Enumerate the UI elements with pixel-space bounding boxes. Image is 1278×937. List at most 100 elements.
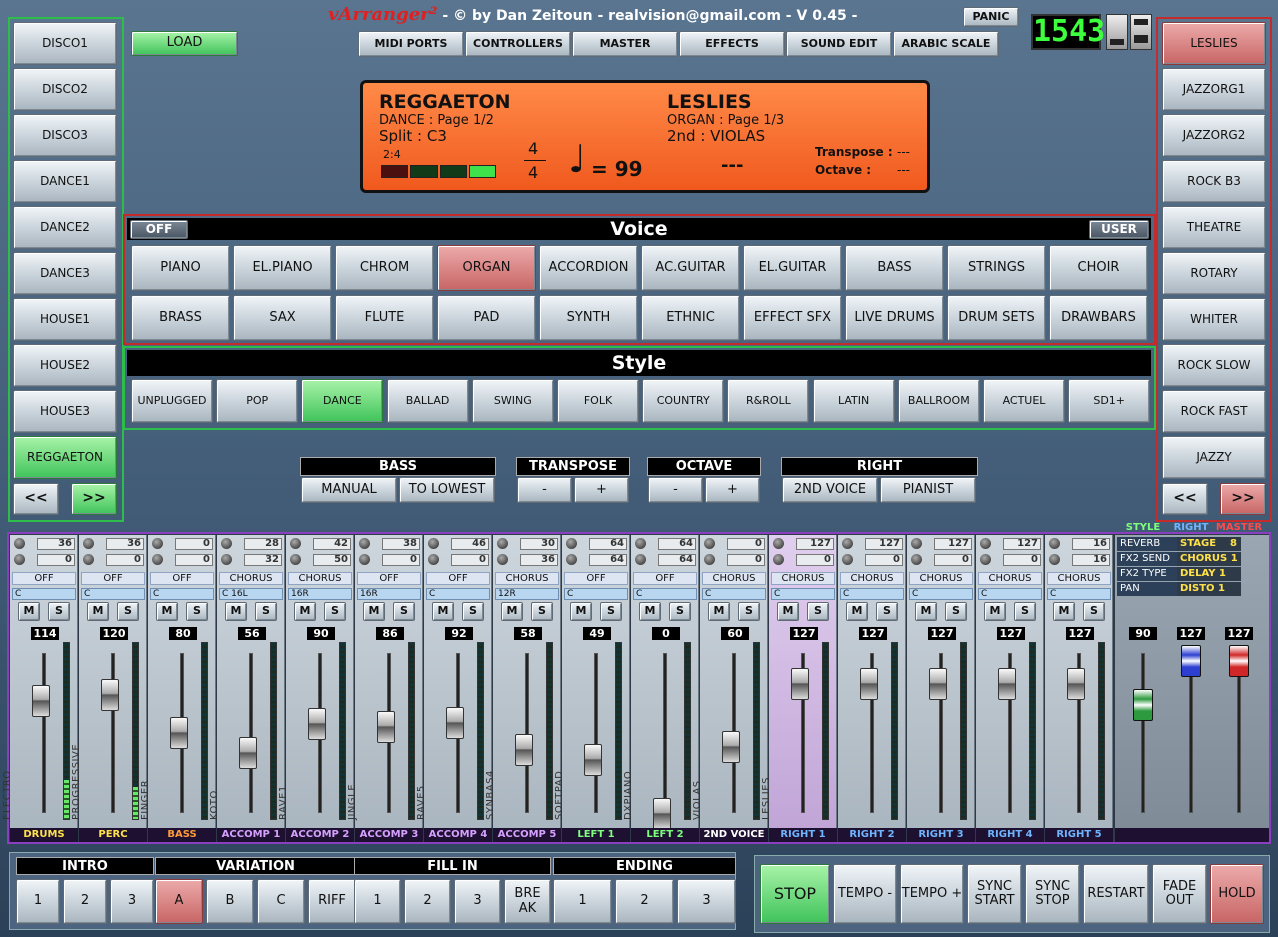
chorus-knob-icon[interactable] — [14, 554, 25, 565]
topmenu-button-midi-ports[interactable]: MIDI PORTS — [358, 31, 464, 57]
variation-button-a[interactable]: A — [155, 879, 203, 924]
pan-control[interactable]: C — [840, 588, 904, 600]
left-style-house2[interactable]: HOUSE2 — [13, 344, 117, 387]
fader-handle[interactable] — [446, 706, 464, 739]
voice-off-button[interactable]: OFF — [130, 220, 188, 239]
right-voice-jazzorg2[interactable]: JAZZORG2 — [1162, 114, 1266, 157]
mute-button[interactable]: M — [156, 602, 178, 621]
pan-control[interactable]: C — [12, 588, 76, 600]
fillin-button-bre-ak[interactable]: BRE AK — [504, 879, 551, 924]
fx-value[interactable]: STAGE 8 — [1177, 537, 1241, 551]
variation-button-riff[interactable]: RIFF — [308, 879, 356, 924]
mute-button[interactable]: M — [708, 602, 730, 621]
right-prev-button[interactable]: << — [1162, 483, 1208, 515]
mute-button[interactable]: M — [18, 602, 40, 621]
left-style-dance2[interactable]: DANCE2 — [13, 206, 117, 249]
chorus-knob-icon[interactable] — [980, 554, 991, 565]
ending-button-3[interactable]: 3 — [677, 879, 736, 924]
variation-button-b[interactable]: B — [206, 879, 254, 924]
left-style-reggaeton[interactable]: REGGAETON — [13, 436, 117, 479]
solo-button[interactable]: S — [945, 602, 967, 621]
solo-button[interactable]: S — [600, 602, 622, 621]
right-pianist-button[interactable]: PIANIST — [880, 477, 976, 503]
effect-select[interactable]: OFF — [564, 572, 628, 585]
master-fader-handle[interactable] — [1133, 688, 1153, 721]
style-button-dance[interactable]: DANCE — [301, 379, 384, 423]
reverb-knob-icon[interactable] — [83, 538, 94, 549]
topmenu-button-arabic-scale[interactable]: ARABIC SCALE — [893, 31, 999, 57]
style-button-swing[interactable]: SWING — [471, 379, 554, 423]
left-style-disco2[interactable]: DISCO2 — [13, 68, 117, 111]
right-voice-rock-slow[interactable]: ROCK SLOW — [1162, 344, 1266, 387]
chorus-knob-icon[interactable] — [83, 554, 94, 565]
style-button-folk[interactable]: FOLK — [557, 379, 639, 423]
fader-handle[interactable] — [791, 667, 809, 700]
right-voice-theatre[interactable]: THEATRE — [1162, 206, 1266, 249]
topmenu-button-effects[interactable]: EFFECTS — [679, 31, 785, 57]
solo-button[interactable]: S — [1083, 602, 1105, 621]
style-button-r-roll[interactable]: R&ROLL — [727, 379, 810, 423]
solo-button[interactable]: S — [462, 602, 484, 621]
transpose-minus-button[interactable]: - — [517, 477, 572, 503]
effect-select[interactable]: CHORUS — [1047, 572, 1111, 585]
window-icon[interactable] — [1106, 14, 1128, 50]
fader-handle[interactable] — [32, 684, 50, 717]
effect-select[interactable]: OFF — [633, 572, 697, 585]
ending-button-2[interactable]: 2 — [615, 879, 674, 924]
chorus-knob-icon[interactable] — [773, 554, 784, 565]
mute-button[interactable]: M — [777, 602, 799, 621]
voice-button-ac-guitar[interactable]: AC.GUITAR — [641, 245, 740, 291]
voice-button-chrom[interactable]: CHROM — [335, 245, 434, 291]
effect-select[interactable]: OFF — [426, 572, 490, 585]
mute-button[interactable]: M — [915, 602, 937, 621]
voice-button-flute[interactable]: FLUTE — [335, 295, 434, 341]
right-voice-jazzy[interactable]: JAZZY — [1162, 436, 1266, 479]
right-voice-leslies[interactable]: LESLIES — [1162, 22, 1266, 65]
solo-button[interactable]: S — [738, 602, 760, 621]
reverb-knob-icon[interactable] — [635, 538, 646, 549]
transpose-plus-button[interactable]: + — [574, 477, 629, 503]
right-voice-rock-b3[interactable]: ROCK B3 — [1162, 160, 1266, 203]
fader-handle[interactable] — [239, 737, 257, 770]
voice-user-button[interactable]: USER — [1089, 220, 1149, 239]
topmenu-button-sound-edit[interactable]: SOUND EDIT — [786, 31, 892, 57]
transport-sync-start-button[interactable]: SYNC START — [967, 864, 1022, 924]
voice-button-pad[interactable]: PAD — [437, 295, 536, 341]
right-voice-whiter[interactable]: WHITER — [1162, 298, 1266, 341]
chorus-knob-icon[interactable] — [635, 554, 646, 565]
mute-button[interactable]: M — [501, 602, 523, 621]
style-button-sd1-[interactable]: SD1+ — [1068, 379, 1151, 423]
voice-button-synth[interactable]: SYNTH — [539, 295, 638, 341]
fader-handle[interactable] — [377, 711, 395, 743]
effect-select[interactable]: OFF — [150, 572, 214, 585]
fx-value[interactable]: DISTO 1 — [1177, 582, 1241, 596]
ending-button-1[interactable]: 1 — [553, 879, 612, 924]
effect-select[interactable]: CHORUS — [909, 572, 973, 585]
fader-handle[interactable] — [170, 716, 188, 749]
transport-hold-button[interactable]: HOLD — [1210, 864, 1264, 924]
effect-select[interactable]: CHORUS — [840, 572, 904, 585]
left-style-disco1[interactable]: DISCO1 — [13, 22, 117, 65]
voice-button-el-guitar[interactable]: EL.GUITAR — [743, 245, 842, 291]
chorus-knob-icon[interactable] — [359, 554, 370, 565]
voice-button-brass[interactable]: BRASS — [131, 295, 230, 341]
load-button[interactable]: LOAD — [131, 31, 238, 56]
topmenu-button-controllers[interactable]: CONTROLLERS — [465, 31, 571, 57]
solo-button[interactable]: S — [876, 602, 898, 621]
pan-control[interactable]: C — [633, 588, 697, 600]
effect-select[interactable]: CHORUS — [288, 572, 352, 585]
voice-button-organ[interactable]: ORGAN — [437, 245, 536, 291]
right-voice-rock-fast[interactable]: ROCK FAST — [1162, 390, 1266, 433]
reverb-knob-icon[interactable] — [497, 538, 508, 549]
mute-button[interactable]: M — [984, 602, 1006, 621]
transport-stop-button[interactable]: STOP — [760, 864, 830, 924]
solo-button[interactable]: S — [117, 602, 139, 621]
reverb-knob-icon[interactable] — [359, 538, 370, 549]
reverb-knob-icon[interactable] — [980, 538, 991, 549]
pan-control[interactable]: C 16L — [219, 588, 283, 600]
effect-select[interactable]: CHORUS — [495, 572, 559, 585]
chorus-knob-icon[interactable] — [221, 554, 232, 565]
solo-button[interactable]: S — [531, 602, 553, 621]
style-button-unplugged[interactable]: UNPLUGGED — [131, 379, 213, 423]
reverb-knob-icon[interactable] — [221, 538, 232, 549]
